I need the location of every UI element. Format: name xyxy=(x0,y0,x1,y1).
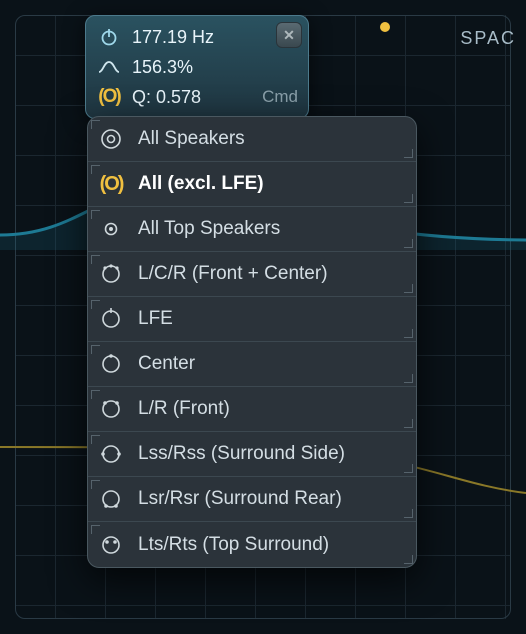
surround-side-icon xyxy=(96,439,126,469)
menu-item-lfe[interactable]: LFE xyxy=(88,297,416,342)
header-spac-label: SPAC xyxy=(460,28,516,49)
q-modifier-label: Cmd xyxy=(262,87,298,107)
menu-item-all-speakers[interactable]: All Speakers xyxy=(88,117,416,162)
menu-item-center[interactable]: Center xyxy=(88,342,416,387)
menu-item-top-speakers[interactable]: All Top Speakers xyxy=(88,207,416,252)
freq-row[interactable]: 177.19 Hz xyxy=(96,22,298,52)
lr-icon xyxy=(96,394,126,424)
menu-item-lcr[interactable]: L/C/R (Front + Center) xyxy=(88,252,416,297)
menu-item-label: L/C/R (Front + Center) xyxy=(138,263,406,285)
band-param-panel: ✕ 177.19 Hz 156.3% (O) Q: 0.578 Cmd xyxy=(85,15,309,119)
top-surround-icon xyxy=(96,530,126,560)
menu-item-all-excl-lfe[interactable]: (O) All (excl. LFE) xyxy=(88,162,416,207)
menu-item-surround-side[interactable]: Lss/Rss (Surround Side) xyxy=(88,432,416,477)
q-icon: (O) xyxy=(96,86,122,108)
top-speakers-icon xyxy=(96,214,126,244)
close-icon: ✕ xyxy=(283,27,295,44)
menu-item-top-surround[interactable]: Lts/Rts (Top Surround) xyxy=(88,522,416,567)
all-speakers-icon xyxy=(96,124,126,154)
menu-item-lr[interactable]: L/R (Front) xyxy=(88,387,416,432)
menu-item-label: All Top Speakers xyxy=(138,218,406,240)
speaker-placement-menu: All Speakers (O) All (excl. LFE) All Top Sp… xyxy=(87,116,417,568)
menu-item-label: All Speakers xyxy=(138,128,406,150)
power-icon xyxy=(96,27,122,47)
menu-item-label: Lts/Rts (Top Surround) xyxy=(138,534,406,556)
menu-item-surround-rear[interactable]: Lsr/Rsr (Surround Rear) xyxy=(88,477,416,522)
surround-rear-icon xyxy=(96,484,126,514)
gain-row[interactable]: 156.3% xyxy=(96,52,298,82)
node-marker[interactable] xyxy=(380,22,390,32)
close-button[interactable]: ✕ xyxy=(276,22,302,48)
bell-curve-icon xyxy=(96,59,122,75)
menu-item-label: All (excl. LFE) xyxy=(138,173,406,195)
menu-item-label: Lsr/Rsr (Surround Rear) xyxy=(138,488,406,510)
all-excl-lfe-icon: (O) xyxy=(96,169,126,199)
menu-item-label: L/R (Front) xyxy=(138,398,406,420)
menu-item-label: Lss/Rss (Surround Side) xyxy=(138,443,406,465)
menu-item-label: LFE xyxy=(138,308,406,330)
menu-item-label: Center xyxy=(138,353,406,375)
gain-value: 156.3% xyxy=(132,57,298,78)
freq-value: 177.19 Hz xyxy=(132,27,298,48)
q-value: Q: 0.578 xyxy=(132,87,246,108)
lcr-icon xyxy=(96,259,126,289)
q-row[interactable]: (O) Q: 0.578 Cmd xyxy=(96,82,298,112)
svg-text:(O): (O) xyxy=(100,173,124,195)
lfe-icon xyxy=(96,304,126,334)
center-icon xyxy=(96,349,126,379)
